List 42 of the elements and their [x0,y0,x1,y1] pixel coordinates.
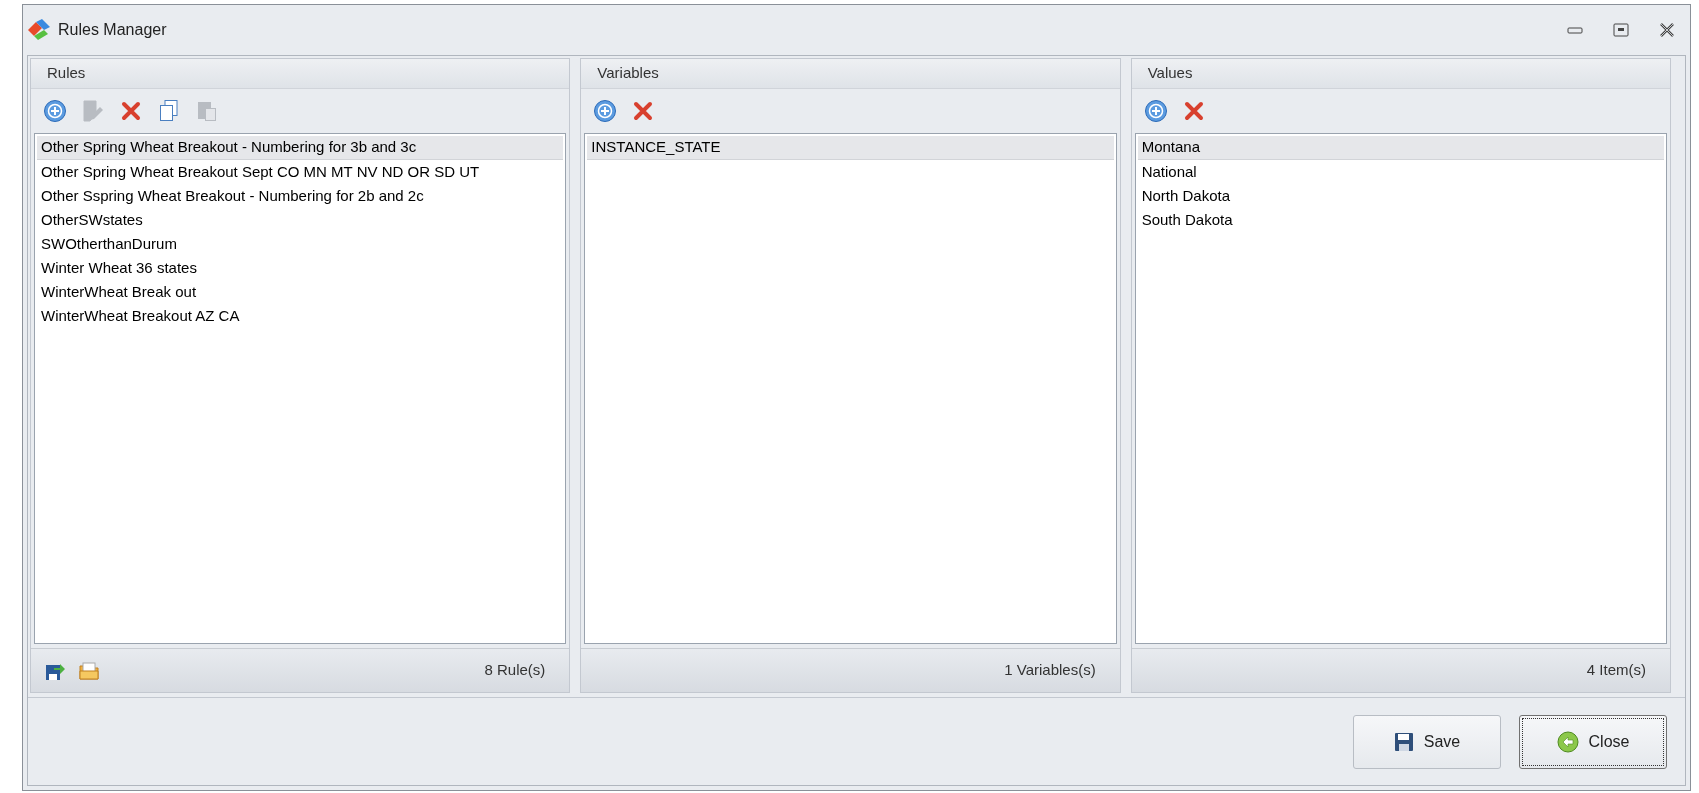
list-item[interactable]: Winter Wheat 36 states [37,256,564,280]
add-button[interactable] [1143,98,1168,124]
edit-icon [82,99,104,123]
list-item[interactable]: SWOtherthanDurum [37,232,564,256]
add-icon [43,99,67,123]
delete-icon [120,100,142,122]
maximize-icon [1613,23,1629,37]
paste-icon [196,99,218,123]
add-icon [1143,99,1168,123]
list-item[interactable]: South Dakota [1137,208,1664,232]
copy-button[interactable] [157,98,181,124]
list-item[interactable]: WinterWheat Break out [37,280,564,304]
window-title: Rules Manager [58,20,167,40]
add-icon [593,99,618,123]
list-item[interactable]: OtherSWstates [37,208,564,232]
list-item[interactable]: National [1137,160,1664,184]
list-item[interactable]: North Dakota [1137,184,1664,208]
item-count: 4 Item(s) [1586,660,1646,681]
minimize-icon [1567,26,1583,34]
delete-icon [1182,100,1205,122]
copy-icon [158,99,180,123]
list-item[interactable]: WinterWheat Breakout AZ CA [37,304,564,328]
item-count: 8 Rule(s) [484,660,546,681]
app-logo-icon [26,18,52,42]
add-button[interactable] [43,98,67,124]
save-button[interactable]: Save [1353,714,1501,769]
panel-title: Variables [597,63,659,84]
list-item[interactable]: INSTANCE_STATE [587,136,1114,160]
close-button[interactable]: Close [1519,714,1667,769]
add-button[interactable] [593,98,618,124]
list-item[interactable]: Other Spring Wheat Breakout Sept CO MN MT NV ND OR SD UT [37,160,564,184]
maximize-button[interactable] [1612,21,1630,39]
panel-title: Values [1147,63,1193,84]
delete-icon [632,100,655,122]
list-item[interactable]: Other Spring Wheat Breakout - Numbering for 3b and 3c [37,136,564,160]
close-icon [1659,22,1675,38]
item-count: 1 Variables(s) [1004,660,1096,681]
list-item[interactable]: Other Sspring Wheat Breakout - Numbering for 2b and 2c [37,184,564,208]
close-window-button[interactable] [1658,21,1676,39]
panel-title: Rules [47,63,86,84]
list-item[interactable]: Montana [1137,136,1664,160]
folder-icon [78,659,100,682]
